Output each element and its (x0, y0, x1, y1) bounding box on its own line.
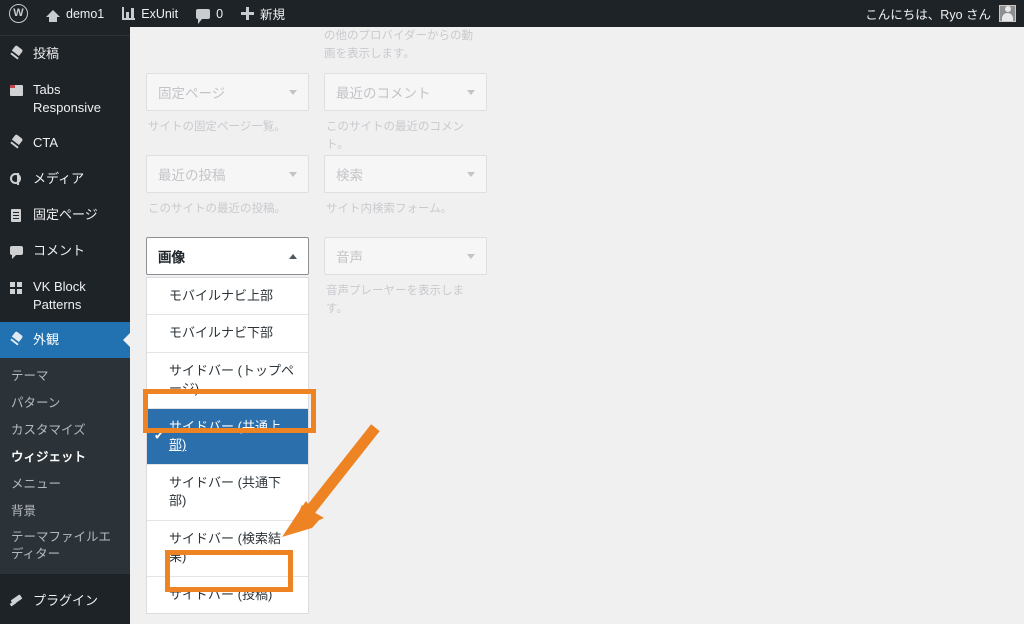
sidebar-item-label: CTA (33, 135, 59, 151)
comment-icon (196, 8, 211, 24)
chevron-down-icon (289, 171, 297, 177)
widget-description: サイト内検索フォーム。 (326, 203, 453, 215)
sidebar-item-cta[interactable]: CTA (0, 125, 130, 161)
partial-widget-description: の他のプロバイダーからの動画を表示します。 (324, 30, 474, 61)
home-icon (46, 10, 60, 22)
tabs-icon (8, 82, 26, 99)
sidebar-item-label: メディア (33, 171, 85, 187)
sidebar-menu-top: 投稿 Tabs Responsive CTA メディア 固定ページ コメント V… (0, 35, 130, 359)
widget-title: 音声 (336, 250, 363, 265)
submenu-item-background[interactable]: 背景 (0, 498, 130, 525)
widget-cell-search: 検索 サイト内検索フォーム。 (324, 155, 487, 218)
widget-title: 最近の投稿 (158, 168, 226, 183)
sidebar-menu-bottom: プラグイン ユーザー ツール 設定 (0, 583, 130, 624)
widget-description: このサイトの最近の投稿。 (148, 203, 286, 215)
sidebar-item-label: コメント (33, 243, 86, 259)
sidebar-item-label: Tabs Responsive (33, 82, 101, 115)
widget-description: 音声プレーヤーを表示します。 (326, 285, 464, 316)
submenu-item-widgets[interactable]: ウィジェット (0, 444, 130, 471)
widget-toggle-image[interactable]: 画像 (146, 237, 309, 275)
adminbar-greeting: こんにちは、Ryo さん (865, 8, 991, 22)
sidebar-item-plugins[interactable]: プラグイン (0, 583, 130, 619)
sidebar-item-media[interactable]: メディア (0, 161, 130, 197)
page-icon (8, 207, 26, 224)
adminbar-new-label: 新規 (260, 8, 286, 22)
adminbar-comments[interactable]: 0 (187, 0, 232, 27)
widget-area-option-sidebar-post[interactable]: サイドバー (投稿) (147, 577, 308, 613)
chevron-down-icon (467, 253, 475, 259)
sidebar-divider (0, 574, 130, 583)
submenu-item-themes[interactable]: テーマ (0, 363, 130, 390)
media-icon (8, 171, 26, 188)
sidebar-item-label: 投稿 (33, 46, 60, 61)
sidebar-item-posts[interactable]: 投稿 (0, 36, 130, 72)
plug-icon (8, 593, 26, 610)
sidebar-item-comments[interactable]: コメント (0, 233, 130, 269)
adminbar-comment-count: 0 (216, 6, 224, 21)
widget-title: 検索 (336, 168, 363, 183)
sidebar-item-label: VK Block Patterns (33, 279, 86, 312)
avatar (999, 5, 1016, 22)
widget-area-option-mobile-nav-bottom[interactable]: モバイルナビ下部 (147, 315, 308, 353)
widget-cell-recent-comments: 最近のコメント このサイトの最近のコメント。 (324, 73, 487, 155)
submenu-item-patterns[interactable]: パターン (0, 390, 130, 417)
check-icon: ✔ (154, 428, 165, 443)
plus-icon (241, 7, 255, 20)
sidebar-item-appearance[interactable]: 外観 (0, 322, 130, 359)
adminbar-account[interactable]: こんにちは、Ryo さん (865, 4, 1024, 23)
chevron-down-icon (289, 89, 297, 95)
annotation-arrow-icon (282, 424, 380, 537)
chevron-up-icon (289, 253, 297, 259)
submenu-item-menus[interactable]: メニュー (0, 471, 130, 498)
widget-toggle-search[interactable]: 検索 (324, 155, 487, 193)
adminbar-exunit-label: ExUnit (141, 6, 179, 21)
chevron-down-icon (467, 89, 475, 95)
widget-description: このサイトの最近のコメント。 (326, 121, 464, 152)
widget-area-option-sidebar-top-page[interactable]: サイドバー (トップページ) (147, 353, 308, 409)
appearance-pin-icon (8, 332, 26, 349)
adminbar-site-name[interactable]: demo1 (37, 0, 113, 27)
widget-toggle-recent-comments[interactable]: 最近のコメント (324, 73, 487, 111)
option-label: モバイルナビ上部 (169, 288, 274, 303)
widget-toggle-audio[interactable]: 音声 (324, 237, 487, 275)
sidebar-item-users[interactable]: ユーザー (0, 619, 130, 624)
wordpress-logo-icon (9, 4, 28, 23)
widget-cell-recent-posts: 最近の投稿 このサイトの最近の投稿。 (146, 155, 309, 218)
admin-bar: demo1 ExUnit 0 新規 こんにちは、Ryo さん (0, 0, 1024, 27)
comment-icon (8, 243, 26, 260)
option-label: サイドバー (投稿) (169, 586, 273, 602)
widget-title: 固定ページ (158, 86, 226, 101)
pin-icon (8, 46, 26, 63)
sidebar-item-label: 固定ページ (33, 207, 98, 223)
widget-cell-pages: 固定ページ サイトの固定ページ一覧。 (146, 73, 309, 136)
sidebar-item-label: プラグイン (33, 593, 99, 609)
widget-description: サイトの固定ページ一覧。 (148, 121, 286, 133)
admin-sidebar: 投稿 Tabs Responsive CTA メディア 固定ページ コメント V… (0, 27, 130, 624)
sidebar-item-pages[interactable]: 固定ページ (0, 197, 130, 233)
widget-title: 画像 (158, 250, 185, 265)
adminbar-new[interactable]: 新規 (232, 0, 294, 27)
pin-icon (8, 135, 26, 152)
widget-cell-audio: 音声 音声プレーヤーを表示します。 (324, 237, 487, 319)
wordpress-admin-screen: demo1 ExUnit 0 新規 こんにちは、Ryo さん 投稿 (0, 0, 1024, 624)
option-label: サイドバー (トップページ) (169, 362, 294, 397)
option-label: モバイルナビ下部 (169, 325, 274, 341)
sidebar-item-vk-block-patterns[interactable]: VK Block Patterns (0, 269, 130, 322)
sidebar-item-tabs-responsive[interactable]: Tabs Responsive (0, 72, 130, 125)
widget-title: 最近のコメント (336, 86, 431, 101)
sidebar-submenu-appearance: テーマ パターン カスタマイズ ウィジェット メニュー 背景 テーマファイルエデ… (0, 358, 130, 575)
chart-icon (122, 7, 136, 20)
submenu-item-customize[interactable]: カスタマイズ (0, 417, 130, 444)
submenu-item-theme-file-editor[interactable]: テーマファイルエディター (0, 524, 130, 568)
adminbar-wordpress-logo[interactable] (0, 0, 37, 27)
adminbar-exunit[interactable]: ExUnit (113, 0, 187, 27)
widget-toggle-pages[interactable]: 固定ページ (146, 73, 309, 111)
chevron-down-icon (467, 171, 475, 177)
sidebar-item-label: 外観 (33, 332, 60, 348)
widget-area-option-mobile-nav-top[interactable]: モバイルナビ上部 (147, 278, 308, 316)
grid-icon (8, 279, 26, 296)
widget-toggle-recent-posts[interactable]: 最近の投稿 (146, 155, 309, 193)
adminbar-site-label: demo1 (66, 6, 105, 21)
